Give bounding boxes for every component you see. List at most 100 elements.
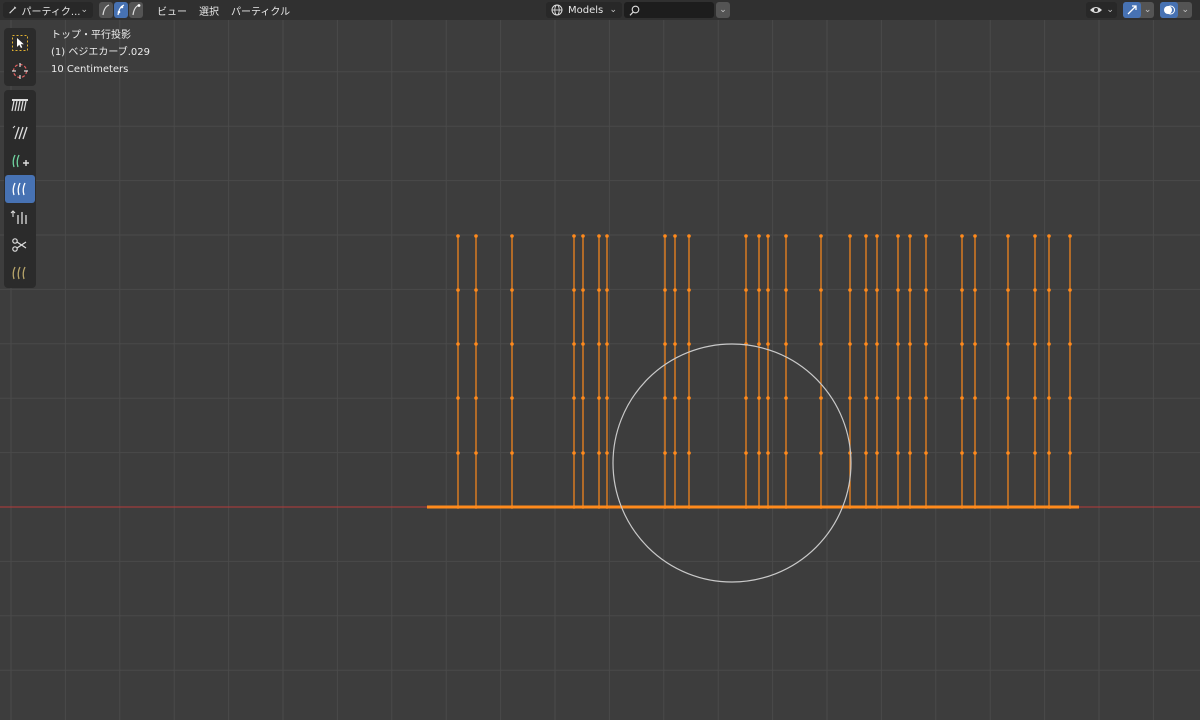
- point-select-button[interactable]: [114, 2, 128, 18]
- hair-key-point[interactable]: [864, 288, 868, 292]
- hair-key-point[interactable]: [474, 342, 478, 346]
- collection-select[interactable]: Models ⌄: [546, 2, 622, 18]
- hair-key-point[interactable]: [597, 396, 601, 400]
- hair-key-point[interactable]: [581, 505, 585, 509]
- hair-strands[interactable]: [427, 234, 1079, 509]
- hair-key-point[interactable]: [1047, 451, 1051, 455]
- hair-key-point[interactable]: [908, 505, 912, 509]
- hair-key-point[interactable]: [896, 505, 900, 509]
- hair-key-point[interactable]: [1006, 288, 1010, 292]
- tool-length[interactable]: [5, 175, 35, 203]
- hair-key-point[interactable]: [687, 234, 691, 238]
- hair-key-point[interactable]: [819, 396, 823, 400]
- hair-key-point[interactable]: [581, 288, 585, 292]
- hair-key-point[interactable]: [960, 342, 964, 346]
- hair-key-point[interactable]: [766, 396, 770, 400]
- hair-strand[interactable]: [673, 234, 677, 509]
- hair-key-point[interactable]: [456, 342, 460, 346]
- hair-key-point[interactable]: [687, 342, 691, 346]
- hair-key-point[interactable]: [605, 234, 609, 238]
- hair-key-point[interactable]: [1047, 342, 1051, 346]
- hair-key-point[interactable]: [924, 342, 928, 346]
- hair-key-point[interactable]: [744, 451, 748, 455]
- tool-smooth[interactable]: [5, 119, 35, 147]
- hair-key-point[interactable]: [908, 234, 912, 238]
- hair-key-point[interactable]: [663, 234, 667, 238]
- hair-key-point[interactable]: [687, 451, 691, 455]
- hair-key-point[interactable]: [597, 451, 601, 455]
- hair-key-point[interactable]: [896, 451, 900, 455]
- hair-key-point[interactable]: [757, 505, 761, 509]
- menu-view[interactable]: ビュー: [152, 2, 192, 18]
- hair-key-point[interactable]: [673, 451, 677, 455]
- hair-key-point[interactable]: [456, 505, 460, 509]
- hair-key-point[interactable]: [848, 342, 852, 346]
- hair-key-point[interactable]: [784, 288, 788, 292]
- hair-key-point[interactable]: [510, 342, 514, 346]
- hair-strand[interactable]: [1033, 234, 1037, 509]
- tool-comb[interactable]: [5, 91, 35, 119]
- hair-key-point[interactable]: [605, 342, 609, 346]
- hair-key-point[interactable]: [1047, 288, 1051, 292]
- overlay-button[interactable]: ⌄: [1160, 2, 1192, 18]
- hair-key-point[interactable]: [784, 396, 788, 400]
- hair-key-point[interactable]: [597, 234, 601, 238]
- tool-cursor[interactable]: [5, 57, 35, 85]
- tool-select-box[interactable]: [5, 29, 35, 57]
- hair-key-point[interactable]: [510, 396, 514, 400]
- hair-key-point[interactable]: [673, 288, 677, 292]
- hair-strand[interactable]: [456, 234, 460, 509]
- hair-key-point[interactable]: [960, 451, 964, 455]
- hair-key-point[interactable]: [605, 451, 609, 455]
- hair-key-point[interactable]: [848, 288, 852, 292]
- hair-key-point[interactable]: [1068, 451, 1072, 455]
- interaction-mode-select[interactable]: パーティク... ⌄: [3, 2, 93, 18]
- hair-key-point[interactable]: [456, 288, 460, 292]
- hair-key-point[interactable]: [1033, 505, 1037, 509]
- hair-key-point[interactable]: [605, 288, 609, 292]
- search-dropdown-button[interactable]: ⌄: [716, 2, 730, 18]
- hair-key-point[interactable]: [875, 451, 879, 455]
- hair-strand[interactable]: [819, 234, 823, 509]
- hair-key-point[interactable]: [1006, 451, 1010, 455]
- tool-puff[interactable]: [5, 203, 35, 231]
- hair-strand[interactable]: [924, 234, 928, 509]
- hair-strand[interactable]: [474, 234, 478, 509]
- search-input[interactable]: [624, 2, 714, 18]
- hair-strand[interactable]: [1068, 234, 1072, 509]
- hair-key-point[interactable]: [757, 396, 761, 400]
- hair-key-point[interactable]: [605, 505, 609, 509]
- hair-key-point[interactable]: [744, 234, 748, 238]
- hair-strand[interactable]: [605, 234, 609, 509]
- hair-strand[interactable]: [744, 234, 748, 509]
- visibility-button[interactable]: ⌄: [1086, 2, 1117, 18]
- hair-key-point[interactable]: [673, 234, 677, 238]
- hair-key-point[interactable]: [572, 288, 576, 292]
- hair-key-point[interactable]: [875, 234, 879, 238]
- hair-key-point[interactable]: [1047, 396, 1051, 400]
- hair-key-point[interactable]: [663, 451, 667, 455]
- hair-key-point[interactable]: [597, 505, 601, 509]
- hair-key-point[interactable]: [848, 396, 852, 400]
- hair-strand[interactable]: [960, 234, 964, 509]
- hair-key-point[interactable]: [864, 505, 868, 509]
- hair-key-point[interactable]: [819, 451, 823, 455]
- hair-key-point[interactable]: [973, 396, 977, 400]
- hair-key-point[interactable]: [924, 234, 928, 238]
- hair-key-point[interactable]: [908, 342, 912, 346]
- tool-cut[interactable]: [5, 231, 35, 259]
- hair-key-point[interactable]: [1033, 396, 1037, 400]
- hair-key-point[interactable]: [1006, 234, 1010, 238]
- hair-key-point[interactable]: [908, 288, 912, 292]
- hair-key-point[interactable]: [597, 342, 601, 346]
- hair-key-point[interactable]: [908, 451, 912, 455]
- hair-key-point[interactable]: [581, 451, 585, 455]
- hair-key-point[interactable]: [784, 505, 788, 509]
- hair-key-point[interactable]: [896, 396, 900, 400]
- hair-key-point[interactable]: [766, 342, 770, 346]
- hair-key-point[interactable]: [896, 342, 900, 346]
- hair-key-point[interactable]: [663, 396, 667, 400]
- hair-key-point[interactable]: [1047, 505, 1051, 509]
- hair-key-point[interactable]: [581, 234, 585, 238]
- hair-strand[interactable]: [597, 234, 601, 509]
